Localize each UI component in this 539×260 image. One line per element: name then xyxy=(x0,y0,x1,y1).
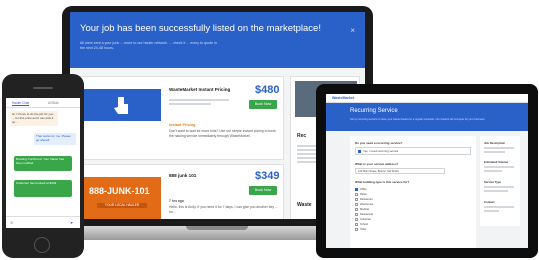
listing-card-instant: WasteMarket Instant Pricing $480 Book No… xyxy=(78,76,284,160)
radio-selected-icon xyxy=(358,149,361,153)
listing-title: WasteMarket Instant Pricing xyxy=(169,87,231,92)
tab-all-bids[interactable]: All Bids xyxy=(48,101,59,105)
section-heading: Do you need a recurring service? xyxy=(355,141,403,145)
building-type-list: Office Retail Restaurant Warehouse Medic… xyxy=(355,187,471,232)
checkbox-label: Warehouse xyxy=(360,203,374,206)
recurring-option-label: Yes, I need recurring service xyxy=(363,149,399,153)
checkbox-icon xyxy=(355,187,358,191)
section-heading: What building type is this service for? xyxy=(355,180,410,184)
listing-tag: Instant Pricing xyxy=(169,123,196,127)
sidebar-lines xyxy=(484,206,514,214)
summary-heading-2: Waste xyxy=(297,202,312,208)
chat-input-bar[interactable]: ⊕ ➤ xyxy=(6,216,80,228)
chat-message-customer: That works for me. Please go ahead! xyxy=(34,133,76,145)
tab-hauler-chat[interactable]: Hauler Chat xyxy=(12,101,30,106)
chat-tabs: Hauler Chat All Bids xyxy=(6,98,80,108)
instant-pricing-logo xyxy=(83,89,161,121)
checkbox-icon xyxy=(355,222,358,226)
header-text: Set up recurring service to have your wa… xyxy=(350,118,486,121)
checkbox-label: Other xyxy=(360,228,367,231)
banner-title: Your job has been successfully listed on… xyxy=(80,23,321,34)
sidebar-heading: Contact xyxy=(484,200,495,204)
attach-icon[interactable]: ⊕ xyxy=(10,220,13,225)
sidebar-heading: Job Description xyxy=(484,141,506,145)
hauler-logo: 888-JUNK-101 YOUR LOCAL HAULER xyxy=(83,177,161,219)
home-button[interactable] xyxy=(34,237,50,253)
listing-price: $349 xyxy=(255,170,280,182)
book-now-button[interactable]: Book Now xyxy=(249,100,277,109)
checkbox-icon xyxy=(355,192,358,196)
listing-time: 7 hrs ago xyxy=(169,199,185,203)
checkbox-item[interactable]: Other xyxy=(355,227,471,232)
recurring-option[interactable]: Yes, I need recurring service xyxy=(355,147,471,155)
checkbox-icon xyxy=(355,197,358,201)
checkbox-icon xyxy=(355,212,358,216)
header-title: Recurring Service xyxy=(350,108,398,114)
checkbox-label: Restaurant xyxy=(360,198,373,201)
listing-description: Hello, this is Andy. If you need it for … xyxy=(169,205,278,214)
checkbox-label: Retail xyxy=(360,193,367,196)
sidebar-heading: Service Type xyxy=(484,180,502,184)
summary-heading: Rec xyxy=(297,133,307,139)
job-details-sidebar: Job Description Estimated Volume Service… xyxy=(480,136,520,226)
phone-speaker xyxy=(33,87,53,89)
checkbox-label: Medical xyxy=(360,208,369,211)
send-icon[interactable]: ➤ xyxy=(70,220,73,225)
book-now-button[interactable]: Book Now xyxy=(249,186,277,195)
sidebar-lines xyxy=(484,166,514,174)
listing-description: Don't want to wait for more bids? Use ou… xyxy=(169,129,276,138)
tablet-header: Recurring Service Set up recurring servi… xyxy=(326,103,528,131)
recurring-form: Do you need a recurring service? Yes, I … xyxy=(350,136,476,248)
laptop-notch xyxy=(186,226,248,230)
tablet-screen: WasteMarket Recurring Service Set up rec… xyxy=(326,94,528,248)
sidebar-lines xyxy=(484,186,514,194)
listing-meta xyxy=(169,99,229,107)
sidebar-lines xyxy=(484,147,514,155)
checkbox-icon xyxy=(355,202,358,206)
tablet-topbar: WasteMarket xyxy=(326,94,528,103)
hauler-logo-text: 888-JUNK-101 xyxy=(89,186,150,196)
sidebar-heading: Estimated Volume xyxy=(484,160,509,164)
hauler-logo-sub: YOUR LOCAL HAULER xyxy=(97,203,147,208)
checkbox-icon xyxy=(355,227,358,231)
address-input[interactable]: 123 Main Street, Boston, MA 02110 xyxy=(355,168,445,174)
banner-text: All were sent a your junk ... more to ou… xyxy=(80,41,217,50)
booking-price-card: Customer has booked at $349 xyxy=(14,180,72,197)
success-banner: Your job has been successfully listed on… xyxy=(70,12,365,68)
section-heading: What is your service address? xyxy=(355,162,399,166)
checkbox-label: Residential xyxy=(360,213,373,216)
listing-price: $480 xyxy=(255,84,280,96)
booking-confirmed-card: Booking Confirmed. Your hauler has been … xyxy=(14,156,72,171)
checkbox-label: School xyxy=(360,223,368,226)
phone-screen: Hauler Chat All Bids Hi, I'd love to do … xyxy=(6,98,80,228)
hand-pointer-icon xyxy=(114,97,128,114)
listing-card-hauler: 888-JUNK-101 YOUR LOCAL HAULER 888 junk … xyxy=(78,164,284,219)
brand-logo: WasteMarket xyxy=(332,96,355,100)
checkbox-label: Industrial xyxy=(360,218,371,221)
close-icon[interactable]: × xyxy=(350,26,355,35)
checkbox-icon xyxy=(355,207,358,211)
listing-title: 888 junk 101 xyxy=(169,173,197,178)
checkbox-label: Office xyxy=(360,188,367,191)
checkbox-icon xyxy=(355,217,358,221)
chat-message-hauler: Hi, I'd love to do the job for you ... f… xyxy=(10,111,58,127)
